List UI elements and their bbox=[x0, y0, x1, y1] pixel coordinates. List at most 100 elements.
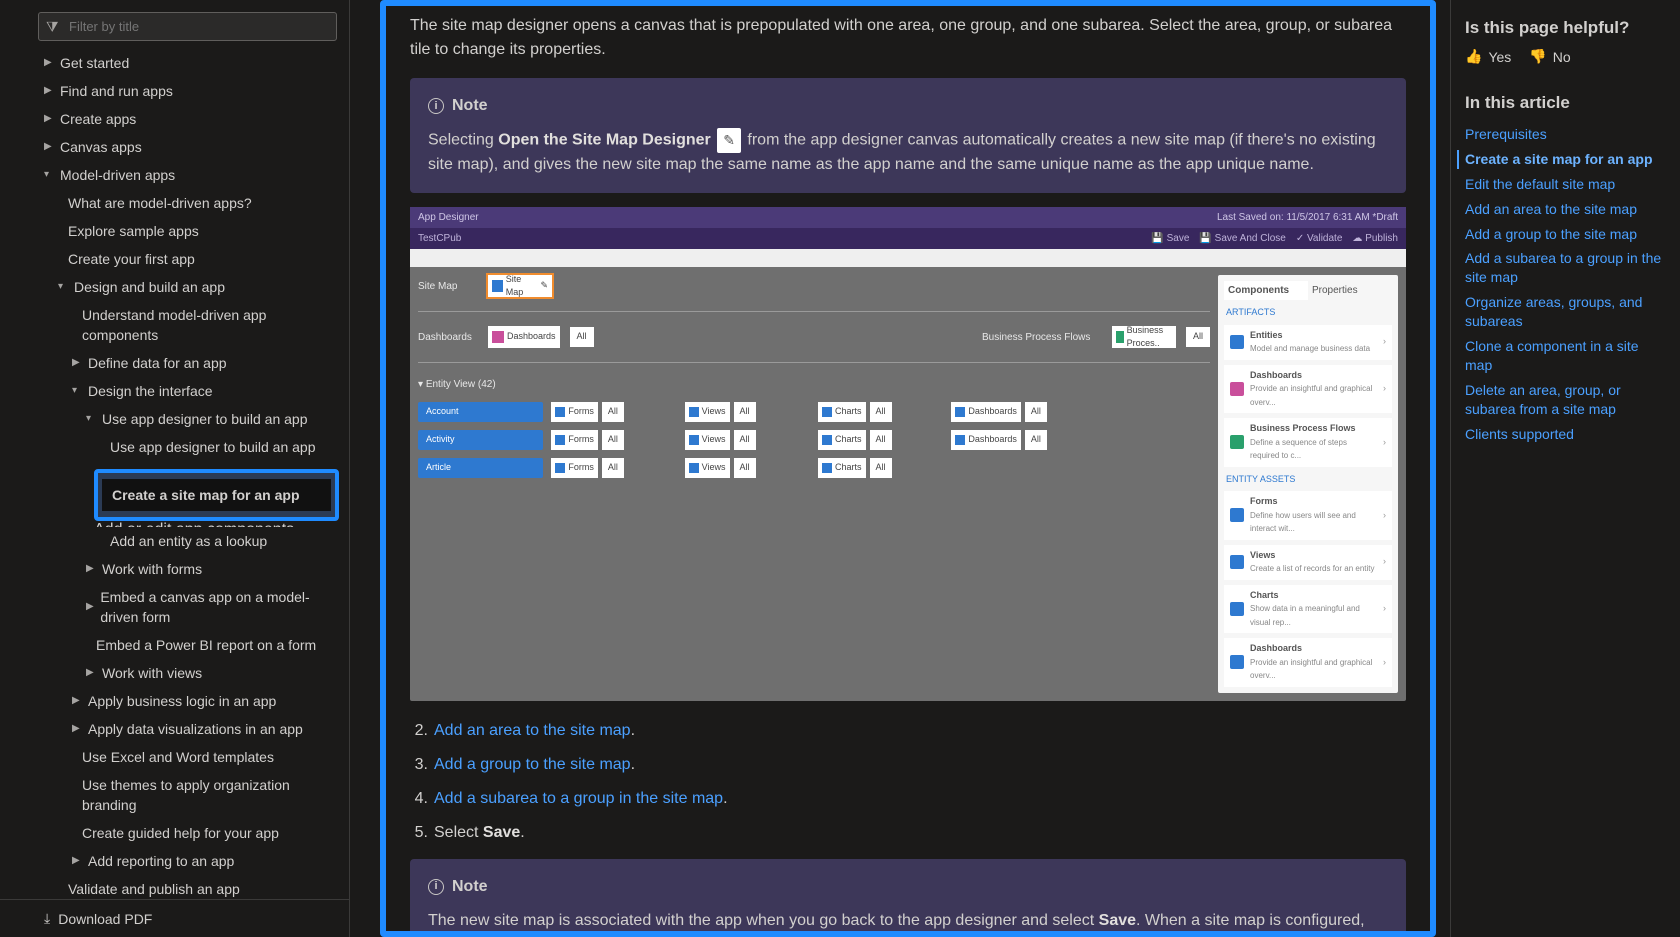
shot-save-close: 💾 Save And Close bbox=[1199, 231, 1285, 246]
nav-add-reporting[interactable]: ▶ Add reporting to an app bbox=[66, 847, 339, 875]
toc-add-area[interactable]: Add an area to the site map bbox=[1465, 200, 1666, 219]
nav-label: Create guided help for your app bbox=[82, 823, 279, 843]
toc-add-subarea[interactable]: Add a subarea to a group in the site map bbox=[1465, 249, 1666, 287]
toc-create-sitemap[interactable]: Create a site map for an app bbox=[1457, 150, 1666, 169]
nav-label: Canvas apps bbox=[60, 137, 142, 157]
shot-sitemap-label: Site Map bbox=[418, 279, 478, 294]
nav-apply-biz-logic[interactable]: ▶ Apply business logic in an app bbox=[66, 687, 339, 715]
app-designer-screenshot: App Designer Last Saved on: 11/5/2017 6:… bbox=[410, 207, 1406, 701]
feedback-yes[interactable]: 👍Yes bbox=[1465, 48, 1511, 65]
step-text: Select bbox=[434, 824, 483, 841]
nav-label: Model-driven apps bbox=[60, 165, 175, 185]
nav-embed-powerbi[interactable]: Embed a Power BI report on a form bbox=[80, 631, 339, 659]
shot-all: All bbox=[1186, 327, 1210, 347]
nav-create-apps[interactable]: ▶Create apps bbox=[38, 105, 339, 133]
shot-bpf-tile: Business Proces.. bbox=[1112, 326, 1176, 348]
nav-label: Work with views bbox=[102, 663, 202, 683]
chevron-right-icon: ▶ bbox=[72, 691, 82, 711]
toc-organize[interactable]: Organize areas, groups, and subareas bbox=[1465, 293, 1666, 331]
note-title: i Note bbox=[428, 94, 1388, 118]
nav-create-sitemap[interactable]: Create a site map for an app bbox=[102, 479, 331, 511]
nav-design-interface[interactable]: ▾Design the interface bbox=[66, 377, 339, 405]
nav-label: Add an entity as a lookup bbox=[110, 531, 267, 551]
nav-validate-publish[interactable]: Validate and publish an app bbox=[52, 875, 339, 899]
left-nav: ⧩ ▶Get started ▶Find and run apps ▶Creat… bbox=[0, 0, 350, 937]
note-box-1: i Note Selecting Open the Site Map Desig… bbox=[410, 78, 1406, 193]
download-pdf[interactable]: ⤓ Download PDF bbox=[0, 899, 349, 937]
shot-title: App Designer bbox=[418, 210, 479, 225]
shot-all: All bbox=[570, 327, 594, 347]
toc-prerequisites[interactable]: Prerequisites bbox=[1465, 125, 1666, 144]
shot-entity-assets: ENTITY ASSETS bbox=[1226, 473, 1390, 487]
info-icon: i bbox=[428, 98, 444, 114]
nav-explore-sample[interactable]: Explore sample apps bbox=[52, 217, 339, 245]
nav-label: Embed a canvas app on a model-driven for… bbox=[100, 587, 333, 627]
step-link-add-area[interactable]: Add an area to the site map bbox=[434, 722, 631, 739]
nav-design-build[interactable]: ▾Design and build an app bbox=[52, 273, 339, 301]
nav-define-data[interactable]: ▶Define data for an app bbox=[66, 349, 339, 377]
nav-label: Design the interface bbox=[88, 381, 213, 401]
toc-delete[interactable]: Delete an area, group, or subarea from a… bbox=[1465, 381, 1666, 419]
nav-tree[interactable]: ▶Get started ▶Find and run apps ▶Create … bbox=[0, 49, 349, 899]
nav-label: Explore sample apps bbox=[68, 221, 199, 241]
step-link-add-group[interactable]: Add a group to the site map bbox=[434, 756, 631, 773]
nav-add-entity-lookup[interactable]: Add an entity as a lookup bbox=[94, 527, 339, 555]
nav-excel-word[interactable]: Use Excel and Word templates bbox=[66, 743, 339, 771]
filter-input[interactable] bbox=[38, 12, 337, 41]
nav-what-are[interactable]: What are model-driven apps? bbox=[52, 189, 339, 217]
nav-create-first-app[interactable]: Create your first app bbox=[52, 245, 339, 273]
shot-entity-grid: Account FormsAll ViewsAll ChartsAll Dash… bbox=[418, 402, 1210, 478]
nav-guided-help[interactable]: Create guided help for your app bbox=[66, 819, 339, 847]
download-icon: ⤓ bbox=[44, 910, 50, 927]
chevron-right-icon: ▶ bbox=[86, 663, 96, 683]
nav-work-views[interactable]: ▶ Work with views bbox=[80, 659, 339, 687]
shot-header: App Designer Last Saved on: 11/5/2017 6:… bbox=[410, 207, 1406, 228]
nav-themes[interactable]: Use themes to apply organization brandin… bbox=[66, 771, 339, 819]
nav-label: Create your first app bbox=[68, 249, 195, 269]
nav-label: Use themes to apply organization brandin… bbox=[82, 775, 333, 815]
thumbs-up-icon: 👍 bbox=[1465, 48, 1482, 65]
filter-wrap: ⧩ bbox=[0, 8, 349, 49]
nav-use-app-designer[interactable]: Use app designer to build an app bbox=[94, 433, 339, 461]
toc-add-group[interactable]: Add a group to the site map bbox=[1465, 225, 1666, 244]
chevron-right-icon: ▶ bbox=[86, 559, 96, 579]
note-body: Selecting Open the Site Map Designer ✎ f… bbox=[428, 128, 1388, 177]
chevron-right-icon: ▶ bbox=[44, 137, 54, 157]
shot-sitemap-tile: Site Map ✎ bbox=[488, 275, 552, 297]
nav-apply-data-viz[interactable]: ▶Apply data visualizations in an app bbox=[66, 715, 339, 743]
nav-label: Embed a Power BI report on a form bbox=[96, 635, 316, 655]
note-title-text: Note bbox=[452, 94, 488, 118]
shot-canvas: Site Map Site Map ✎ Dashboards Dashboard… bbox=[418, 275, 1210, 693]
nav-label: Get started bbox=[60, 53, 129, 73]
chevron-right-icon: ▶ bbox=[44, 53, 54, 73]
nav-label: Work with forms bbox=[102, 559, 202, 579]
toc-clone[interactable]: Clone a component in a site map bbox=[1465, 337, 1666, 375]
nav-label: Apply business logic in an app bbox=[88, 691, 276, 711]
shot-entity-view: Entity View (42) bbox=[426, 379, 496, 390]
shot-publisher: TestCPub bbox=[418, 231, 461, 246]
shot-entity-activity: Activity bbox=[418, 430, 543, 450]
nav-label: Add reporting to an app bbox=[88, 851, 234, 871]
note-body: The new site map is associated with the … bbox=[428, 909, 1388, 932]
nav-model-driven-apps[interactable]: ▾Model-driven apps bbox=[38, 161, 339, 189]
article-body[interactable]: The site map designer opens a canvas tha… bbox=[386, 6, 1430, 931]
step-bold: Save bbox=[483, 824, 520, 841]
note-title-text: Note bbox=[452, 875, 488, 899]
toc-edit-default[interactable]: Edit the default site map bbox=[1465, 175, 1666, 194]
note-box-2: i Note The new site map is associated wi… bbox=[410, 859, 1406, 932]
nav-canvas-apps[interactable]: ▶ Canvas apps bbox=[38, 133, 339, 161]
nav-get-started[interactable]: ▶ Get started bbox=[38, 49, 339, 77]
step-link-add-subarea[interactable]: Add a subarea to a group in the site map bbox=[434, 790, 723, 807]
nav-use-app-designer-group[interactable]: ▾Use app designer to build an app bbox=[80, 405, 339, 433]
toc-clients[interactable]: Clients supported bbox=[1465, 425, 1666, 444]
step-number: 4. bbox=[410, 787, 428, 811]
nav-embed-canvas[interactable]: ▶Embed a canvas app on a model-driven fo… bbox=[80, 583, 339, 631]
nav-work-forms[interactable]: ▶ Work with forms bbox=[80, 555, 339, 583]
nav-understand-components[interactable]: Understand model-driven app components bbox=[66, 301, 339, 349]
shot-tab-properties: Properties bbox=[1308, 281, 1392, 300]
chevron-right-icon: ▶ bbox=[72, 851, 82, 871]
shot-publish: ☁ Publish bbox=[1352, 231, 1398, 246]
feedback-no[interactable]: 👎No bbox=[1529, 48, 1570, 65]
note-text: . When a site map is configured, bbox=[1136, 912, 1365, 929]
nav-find-run-apps[interactable]: ▶Find and run apps bbox=[38, 77, 339, 105]
